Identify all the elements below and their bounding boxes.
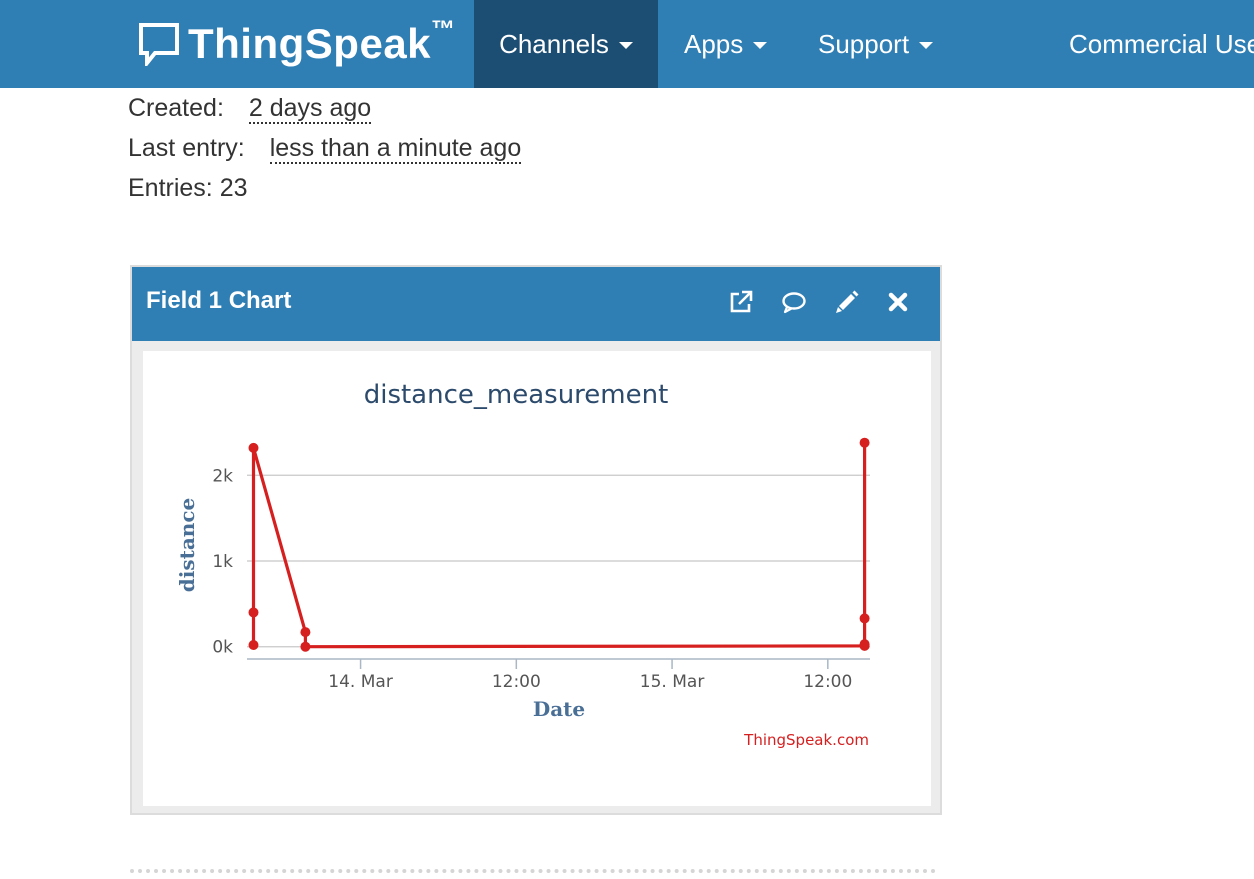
data-point[interactable] — [300, 627, 311, 638]
chevron-down-icon — [753, 41, 768, 49]
x-tick-label: 15. Mar — [640, 672, 705, 692]
data-point[interactable] — [300, 641, 311, 652]
nav-channels-label: Channels — [499, 28, 609, 59]
pencil-icon[interactable] — [834, 289, 860, 315]
top-navbar: ThingSpeak™ Channels Apps Support Commer… — [0, 0, 1254, 88]
nav-support-label: Support — [818, 28, 910, 59]
data-point[interactable] — [859, 437, 870, 448]
created-label: Created: — [128, 94, 224, 122]
data-point[interactable] — [859, 613, 870, 624]
created-value: 2 days ago — [248, 94, 372, 124]
x-tick-label: 12:00 — [803, 672, 852, 692]
field-1-chart-widget: Field 1 Chart distance_measurement 0k 1k 2… — [130, 265, 942, 815]
nav-apps[interactable]: Apps — [684, 0, 768, 88]
nav-commercial-use-label: Commercial Use — [1069, 28, 1254, 59]
last-entry-label: Last entry: — [128, 134, 245, 162]
nav-apps-label: Apps — [684, 28, 744, 59]
line-chart[interactable]: distance_measurement 0k 1k 2k 14. Mar 12:00 1… — [143, 351, 931, 806]
nav-support[interactable]: Support — [818, 0, 934, 88]
section-divider — [130, 869, 936, 873]
speech-bubble-icon — [139, 23, 179, 66]
chevron-down-icon — [618, 41, 633, 49]
close-icon[interactable] — [885, 289, 911, 315]
brand-logo[interactable]: ThingSpeak™ — [138, 16, 456, 72]
external-link-icon[interactable] — [728, 289, 754, 315]
data-point[interactable] — [248, 442, 259, 453]
data-point[interactable] — [859, 639, 870, 650]
widget-header: Field 1 Chart — [132, 267, 940, 341]
widget-title: Field 1 Chart — [146, 287, 292, 314]
nav-commercial-use[interactable]: Commercial Use — [1069, 0, 1254, 88]
comment-icon[interactable] — [781, 289, 807, 315]
y-tick-label: 0k — [212, 638, 233, 658]
data-point[interactable] — [248, 640, 259, 650]
x-tick-label: 14. Mar — [328, 672, 393, 692]
last-entry-row: Last entry: less than a minute ago — [128, 134, 522, 164]
created-row: Created: 2 days ago — [128, 94, 372, 124]
chart-panel: distance_measurement 0k 1k 2k 14. Mar 12:00 1… — [143, 351, 931, 806]
x-axis-label: Date — [533, 697, 585, 721]
y-tick-label: 2k — [212, 466, 233, 486]
data-point[interactable] — [248, 607, 259, 618]
entries-count: Entries: 23 — [128, 174, 248, 202]
nav-channels[interactable]: Channels — [474, 0, 658, 88]
last-entry-value: less than a minute ago — [269, 134, 522, 164]
chevron-down-icon — [919, 41, 934, 49]
y-tick-label: 1k — [212, 552, 233, 572]
chart-title: distance_measurement — [364, 380, 669, 410]
x-tick-label: 12:00 — [492, 672, 541, 692]
series-line — [251, 442, 867, 649]
y-axis-label: distance — [175, 498, 199, 592]
chart-credit[interactable]: ThingSpeak.com — [743, 731, 869, 749]
brand-name: ThingSpeak™ — [188, 16, 456, 67]
